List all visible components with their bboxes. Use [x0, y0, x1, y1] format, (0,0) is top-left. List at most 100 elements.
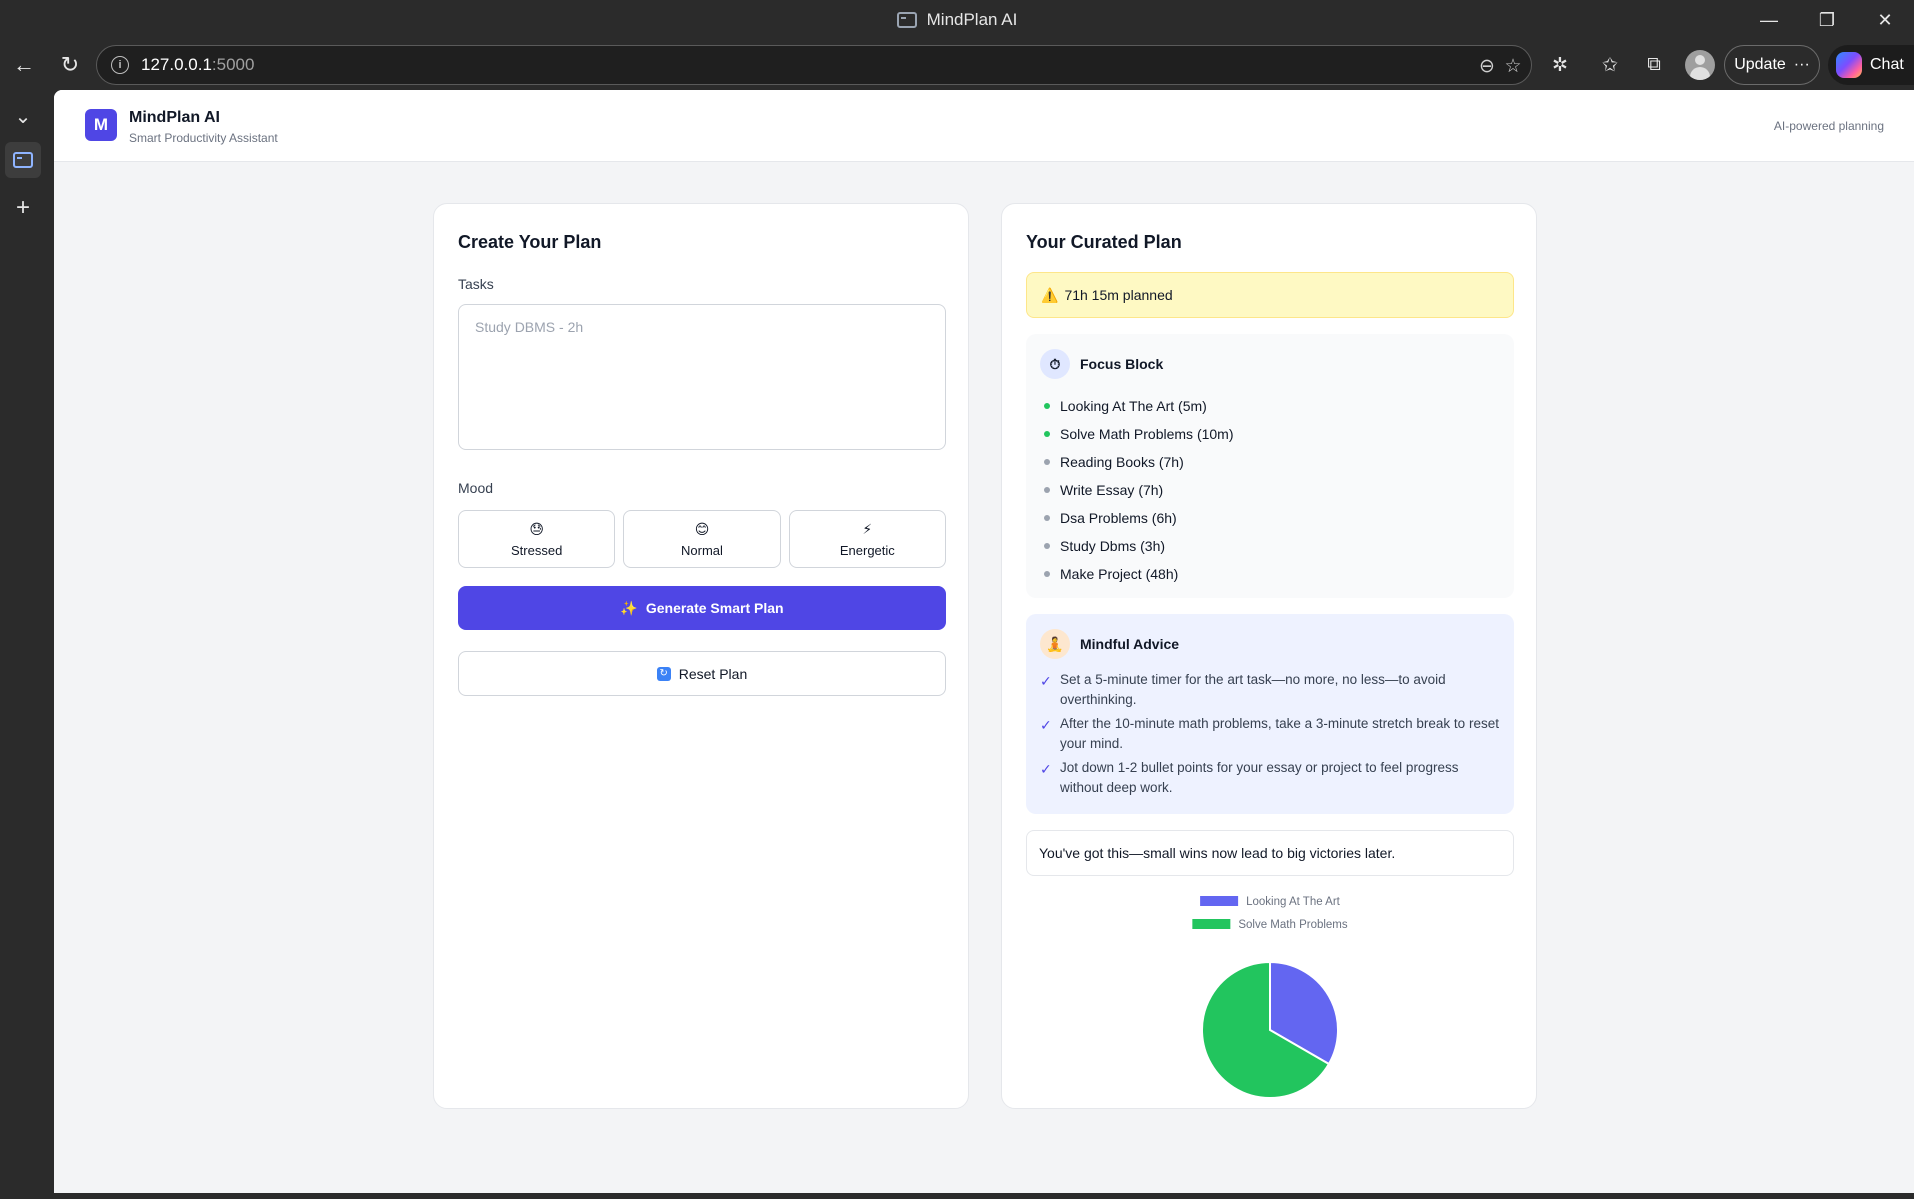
- site-info-icon[interactable]: i: [111, 56, 129, 74]
- address-bar[interactable]: i 127.0.0.1 :5000 ⊖ ☆: [96, 45, 1532, 85]
- close-icon[interactable]: ✕: [1856, 0, 1914, 40]
- mood-label-energetic: Energetic: [839, 542, 895, 558]
- status-dot: [1044, 431, 1050, 437]
- logo: M: [85, 109, 117, 141]
- legend-swatch[interactable]: [1200, 896, 1239, 906]
- advice-text: After the 10-minute math problems, take …: [1060, 716, 1499, 751]
- legend-label: Solve Math Problems: [1238, 919, 1348, 931]
- vertical-tabs-rail: ⌄ +: [0, 90, 44, 1199]
- address-host: 127.0.0.1: [141, 55, 212, 74]
- focus-block-title: Focus Block: [1080, 356, 1164, 372]
- status-dot: [1044, 543, 1050, 549]
- mood-label-normal: Normal: [681, 542, 723, 558]
- favorite-star-icon[interactable]: ☆: [1501, 54, 1525, 78]
- status-dot: [1044, 403, 1050, 409]
- task-text: Write Essay (7h): [1060, 482, 1164, 498]
- advice-text: Set a 5-minute timer for the art task—no…: [1060, 672, 1446, 707]
- smile-face-icon: 😊: [694, 520, 710, 537]
- stopwatch-icon: ⏱: [1040, 349, 1070, 379]
- curated-plan-title: Your Curated Plan: [1026, 232, 1182, 252]
- minimize-icon[interactable]: —: [1740, 0, 1798, 40]
- collections-icon[interactable]: ⧉: [1636, 47, 1672, 83]
- copilot-icon: [1836, 52, 1862, 78]
- warning-icon: ⚠️: [1041, 286, 1059, 303]
- tasks-label: Tasks: [458, 276, 494, 292]
- reset-icon: ↻: [656, 666, 671, 681]
- task-time-pie-chart: Looking At The Art Solve Math Problems: [1192, 896, 1348, 1099]
- planned-time-warning: ⚠️ 71h 15m planned: [1026, 272, 1514, 318]
- window-title-text: MindPlan AI: [926, 10, 1018, 29]
- list-item: ✓ Jot down 1-2 bullet points for your ess…: [1040, 758, 1500, 798]
- check-icon: ✓: [1040, 717, 1052, 733]
- motivation-quote: You've got this—small wins now lead to b…: [1026, 830, 1514, 876]
- reload-icon[interactable]: ↻: [52, 47, 88, 83]
- list-item: ✓ After the 10-minute math problems, take…: [1040, 714, 1500, 754]
- legend-swatch[interactable]: [1192, 919, 1231, 929]
- meditation-icon: 🧘: [1040, 629, 1070, 659]
- copilot-chat-button[interactable]: Chat: [1828, 45, 1914, 85]
- address-port: :5000: [211, 55, 255, 74]
- browser-toolbar: ← ↻ i 127.0.0.1 :5000 ⊖ ☆ ✲ ✩ ⧉ Update ·…: [0, 40, 1914, 90]
- list-item: Study Dbms (3h): [1044, 532, 1234, 560]
- window-titlebar: MindPlan AI — ❐ ✕: [0, 0, 1914, 40]
- mood-stressed-button[interactable]: 😓 Stressed: [458, 510, 616, 568]
- pie-slices: [1201, 960, 1339, 1099]
- mindful-advice: 🧘 Mindful Advice ✓ Set a 5-minute timer f…: [1026, 614, 1514, 814]
- zoom-out-icon[interactable]: ⊖: [1475, 54, 1499, 78]
- generate-plan-button[interactable]: ✨ Generate Smart Plan: [458, 586, 946, 630]
- reset-plan-button[interactable]: ↻ Reset Plan: [458, 651, 946, 696]
- page-viewport: M MindPlan AI Smart Productivity Assista…: [54, 90, 1914, 1193]
- task-text: Make Project (48h): [1060, 566, 1179, 582]
- back-icon[interactable]: ←: [6, 47, 42, 83]
- tasks-input[interactable]: [458, 304, 946, 450]
- chevron-down-icon[interactable]: ⌄: [5, 98, 41, 134]
- status-dot: [1044, 459, 1050, 465]
- tab-icon: [13, 152, 33, 168]
- mood-label-stressed: Stressed: [511, 542, 563, 558]
- curated-plan-card: Your Curated Plan ⚠️ 71h 15m planned ⏱ F…: [1001, 203, 1537, 1109]
- check-icon: ✓: [1040, 761, 1052, 777]
- task-text: Solve Math Problems (10m): [1060, 426, 1234, 442]
- update-button[interactable]: Update ···: [1724, 45, 1820, 85]
- status-dot: [1044, 487, 1050, 493]
- list-item: Make Project (48h): [1044, 560, 1234, 588]
- mood-selector: 😓 Stressed 😊 Normal ⚡ Energetic: [458, 510, 946, 568]
- focus-block: ⏱ Focus Block Looking At The Art (5m) So…: [1026, 334, 1514, 598]
- create-plan-title: Create Your Plan: [458, 232, 602, 252]
- update-label: Update: [1734, 56, 1786, 73]
- new-tab-icon[interactable]: +: [5, 190, 41, 226]
- reset-plan-label: Reset Plan: [678, 665, 748, 682]
- app-header: M MindPlan AI Smart Productivity Assista…: [54, 90, 1914, 162]
- status-dot: [1044, 571, 1050, 577]
- chart-legend: Looking At The Art Solve Math Problems: [1192, 896, 1348, 931]
- focus-block-header: ⏱ Focus Block: [1040, 349, 1163, 379]
- stressed-face-icon: 😓: [529, 520, 544, 537]
- advice-title: Mindful Advice: [1080, 636, 1180, 652]
- list-item: ✓ Set a 5-minute timer for the art task—n…: [1040, 670, 1500, 710]
- restore-icon[interactable]: ❐: [1798, 0, 1856, 40]
- brand-name: MindPlan AI: [129, 109, 220, 126]
- list-item: Solve Math Problems (10m): [1044, 420, 1234, 448]
- mood-label: Mood: [458, 480, 494, 496]
- favorites-list-icon[interactable]: ✩: [1592, 47, 1628, 83]
- focus-task-list: Looking At The Art (5m) Solve Math Probl…: [1044, 392, 1234, 588]
- legend-label: Looking At The Art: [1246, 896, 1341, 908]
- list-item: Reading Books (7h): [1044, 448, 1234, 476]
- window-controls: — ❐ ✕: [1740, 0, 1914, 40]
- tab-icon: [896, 12, 917, 28]
- mood-energetic-button[interactable]: ⚡ Energetic: [788, 510, 946, 568]
- chat-label: Chat: [1870, 56, 1904, 73]
- mood-normal-button[interactable]: 😊 Normal: [623, 510, 781, 568]
- profile-avatar[interactable]: [1685, 50, 1715, 80]
- tab-mindplan[interactable]: [5, 142, 41, 178]
- list-item: Dsa Problems (6h): [1044, 504, 1234, 532]
- create-plan-card: Create Your Plan Tasks Mood 😓 Stressed 😊…: [433, 203, 969, 1109]
- list-item: Looking At The Art (5m): [1044, 392, 1234, 420]
- more-icon: ···: [1793, 56, 1810, 73]
- extensions-icon[interactable]: ✲: [1542, 47, 1578, 83]
- window-title: MindPlan AI: [0, 0, 1914, 40]
- check-icon: ✓: [1040, 673, 1052, 689]
- lightning-icon: ⚡: [862, 520, 873, 537]
- status-dot: [1044, 515, 1050, 521]
- header-tagline: AI-powered planning: [1773, 119, 1884, 133]
